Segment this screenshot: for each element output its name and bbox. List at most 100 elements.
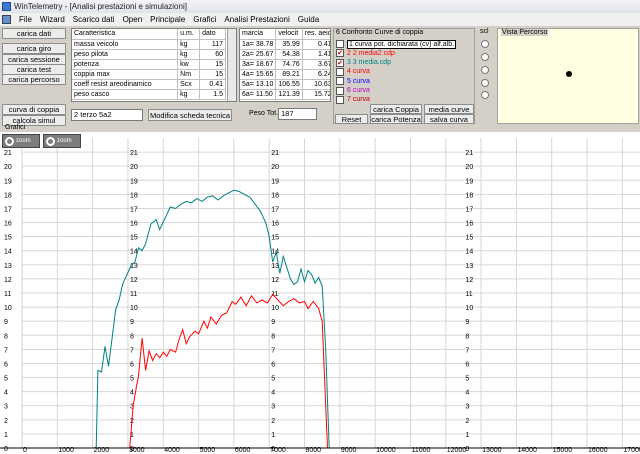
y-tick-label: 8	[130, 333, 134, 340]
specs-header-caratteristica: Caratteristica	[72, 29, 179, 40]
menu-analisi-prestazioni[interactable]: Analisi Prestazioni	[224, 15, 289, 24]
curve-checkbox[interactable]: ✔	[336, 49, 344, 58]
y-tick-label: 5	[465, 376, 469, 383]
table-row[interactable]: peso casco kg 1.5	[72, 89, 226, 100]
y-tick-label: 20	[4, 164, 12, 171]
table-row[interactable]: potenza kw 15	[72, 59, 226, 70]
curve-label: 4 curva	[347, 68, 370, 76]
menu-open[interactable]: Open	[123, 15, 143, 24]
menu-file[interactable]: File	[19, 15, 32, 24]
table-row[interactable]: 6a= 11.50 121.39 15.72	[240, 89, 330, 100]
y-tick-label: 19	[271, 178, 279, 185]
app-icon	[2, 2, 11, 11]
table-row[interactable]: massa veicolo kg 117	[72, 39, 226, 50]
gear-ratio: 4a= 15.65	[240, 69, 277, 80]
menu-grafici[interactable]: Grafici	[193, 15, 216, 24]
menu-bar: File Wizard Scarico dati Open Principale…	[0, 13, 640, 26]
curve-checkbox[interactable]	[336, 86, 344, 95]
spec-value[interactable]: 15	[199, 59, 226, 70]
salva-curva-button[interactable]: salva curva	[424, 114, 474, 124]
curve-panel-title: 6 Confronto Curve di coppia	[336, 29, 424, 36]
menu-guida[interactable]: Guida	[298, 15, 319, 24]
scl-radio[interactable]	[481, 79, 489, 87]
y-tick-label: 10	[130, 305, 138, 312]
spec-unit: kg	[177, 49, 201, 60]
curve-checkbox[interactable]	[336, 77, 344, 86]
y-tick-label: 13	[465, 263, 473, 270]
curve-checkbox[interactable]	[336, 95, 344, 104]
y-tick-label: 18	[465, 192, 473, 199]
carica-potenza-button[interactable]: carica Potenza	[370, 114, 422, 124]
table-row[interactable]: coppia max Nm 15	[72, 69, 226, 80]
scl-radio[interactable]	[481, 91, 489, 99]
peso-tot-label: Peso Tot.	[249, 110, 279, 117]
scl-radio[interactable]	[481, 53, 489, 61]
menu-wizard[interactable]: Wizard	[40, 15, 65, 24]
zoom-in-button[interactable]: zoom	[2, 134, 40, 148]
scl-radio[interactable]	[481, 66, 489, 74]
y-tick-label: 17	[465, 206, 473, 213]
gear-res: 3.67	[302, 59, 330, 70]
table-row[interactable]: 1a= 38.78 35.99 0.41	[240, 39, 330, 50]
curve-comparison-panel: 6 Confronto Curve di coppia 1 curva pot.…	[333, 28, 475, 124]
y-tick-label: 0	[4, 446, 8, 453]
y-tick-label: 11	[465, 291, 472, 298]
menu-scarico-dati[interactable]: Scarico dati	[73, 15, 115, 24]
table-row[interactable]: 2a= 25.67 54.38 1.41	[240, 49, 330, 60]
spec-value[interactable]: 0.41	[199, 79, 226, 90]
y-tick-label: 16	[465, 221, 473, 228]
gear-speed: 54.38	[275, 49, 303, 60]
spec-value[interactable]: 1.5	[199, 89, 226, 100]
table-row[interactable]: 5a= 13.10 106.55 10.63	[240, 79, 330, 90]
y-tick-label: 5	[271, 376, 275, 383]
spec-value[interactable]: 60	[199, 49, 226, 60]
curve-checkbox[interactable]	[336, 67, 344, 76]
y-tick-label: 21	[130, 150, 138, 157]
peso-tot-input[interactable]: 187	[278, 108, 317, 120]
spec-value[interactable]: 117	[199, 39, 226, 50]
gear-ratio-input[interactable]: 2 terzo 5a2	[71, 109, 143, 121]
y-tick-label: 3	[271, 404, 275, 411]
carica-giro-button[interactable]: carica giro	[2, 43, 66, 54]
spec-unit: kw	[177, 59, 201, 70]
curva-di-coppia-button[interactable]: curva di coppia	[2, 104, 66, 115]
reset-button[interactable]: Reset	[335, 114, 368, 124]
spec-unit: kg	[177, 89, 201, 100]
zoom-out-button[interactable]: zoom	[43, 134, 81, 148]
table-row[interactable]: 4a= 15.65 89.21 6.24	[240, 69, 330, 80]
curve-checkbox[interactable]: ✔	[336, 58, 344, 67]
y-tick-label: 17	[271, 206, 279, 213]
specs-header-um: u.m.	[177, 29, 201, 40]
specs-scrollbar[interactable]	[227, 29, 236, 101]
carica-dati-button[interactable]: carica dati	[2, 28, 66, 39]
curve-label: 2 2 media2.cdp	[347, 49, 395, 57]
spec-value[interactable]: 15	[199, 69, 226, 80]
y-tick-label: 9	[4, 319, 8, 326]
curve-label: 3 3 media.cdp	[347, 59, 391, 67]
magnifier-icon	[46, 136, 55, 146]
system-menu-icon[interactable]	[2, 15, 11, 24]
media-curve-button[interactable]: media curve	[424, 104, 474, 114]
curve-label: 7 curva	[347, 96, 370, 104]
carica-percorso-button[interactable]: carica percorso	[2, 74, 66, 85]
y-tick-label: 4	[130, 390, 134, 397]
gear-res: 1.41	[302, 49, 330, 60]
y-tick-label: 20	[130, 164, 138, 171]
y-tick-label: 16	[130, 221, 138, 228]
scl-radio[interactable]	[481, 40, 489, 48]
menu-principale[interactable]: Principale	[150, 15, 185, 24]
carica-coppia-button[interactable]: carica Coppia	[370, 104, 422, 114]
y-tick-label: 9	[271, 319, 275, 326]
y-tick-label: 15	[4, 235, 12, 242]
curve-item[interactable]: 7 curva	[336, 95, 370, 105]
y-tick-label: 11	[4, 291, 11, 298]
y-tick-label: 9	[465, 319, 469, 326]
gear-ratio: 2a= 25.67	[240, 49, 277, 60]
curve-checkbox[interactable]	[336, 40, 344, 48]
table-row[interactable]: coeff resist areodinamico Scx 0.41	[72, 79, 226, 90]
zoom-label: zoom	[16, 138, 31, 144]
table-row[interactable]: 3a= 18.67 74.76 3.67	[240, 59, 330, 70]
y-tick-label: 15	[130, 235, 138, 242]
modifica-scheda-tecnica-button[interactable]: Modifica scheda tecnica	[148, 109, 232, 121]
table-row[interactable]: peso pilota kg 60	[72, 49, 226, 60]
